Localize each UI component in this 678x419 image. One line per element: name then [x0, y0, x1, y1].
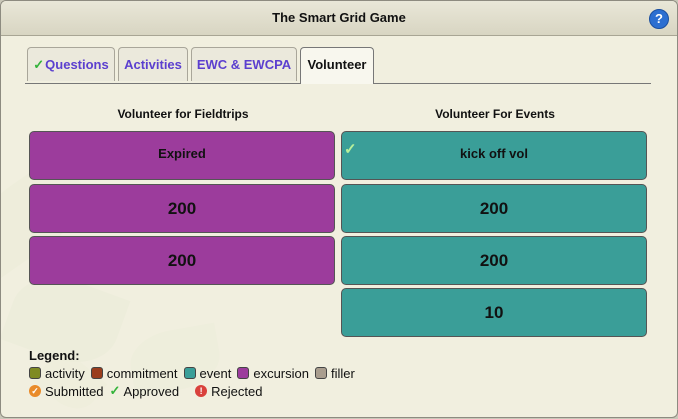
window-title: The Smart Grid Game	[272, 10, 406, 25]
excursion-swatch	[237, 367, 250, 379]
help-icon[interactable]: ?	[649, 9, 669, 29]
cell-points: 200	[167, 199, 197, 218]
activity-swatch	[29, 367, 41, 379]
completed-check-icon: ✓	[33, 57, 45, 72]
tab-volunteer[interactable]: Volunteer	[300, 47, 374, 84]
grid-cell-event[interactable]: 10	[341, 288, 647, 337]
grid-cell-event[interactable]: 200	[341, 236, 647, 285]
cell-points: 200	[479, 199, 509, 218]
legend-types-row: activity commitment event excursion fill…	[29, 364, 361, 382]
legend-item-approved: ✓ Approved	[110, 383, 180, 399]
legend-item-excursion: excursion	[237, 366, 309, 381]
legend-item-commitment: commitment	[90, 365, 178, 381]
rejected-icon: !	[195, 385, 208, 397]
legend-item-submitted: ✓ Submitted	[29, 384, 104, 399]
legend-label: Submitted	[45, 383, 104, 399]
tab-label: Volunteer	[307, 57, 367, 72]
grid-cell-event-kickoff[interactable]: ✓ kick off vol	[341, 131, 647, 180]
tab-bar: ✓Questions Activities EWC & EWCPA Volunt…	[25, 47, 651, 84]
approved-icon: ✓	[109, 383, 121, 398]
legend-title: Legend:	[29, 348, 80, 363]
tab-ewc-ewcpa[interactable]: EWC & EWCPA	[191, 47, 297, 81]
legend-label: filler	[330, 365, 355, 381]
cell-points: 200	[167, 251, 197, 270]
window-titlebar: The Smart Grid Game ?	[1, 1, 677, 36]
legend-item-activity: activity	[29, 366, 85, 381]
grid-cell-fieldtrip[interactable]: 200	[29, 184, 335, 233]
legend-item-filler: filler	[314, 365, 355, 381]
grid-cell-fieldtrip[interactable]: 200	[29, 236, 335, 285]
legend-label: activity	[45, 365, 85, 381]
approved-check-icon: ✓	[344, 141, 357, 158]
tab-questions[interactable]: ✓Questions	[27, 47, 115, 81]
event-swatch	[183, 367, 196, 379]
legend-label: commitment	[106, 365, 178, 381]
tab-label: Questions	[45, 57, 109, 72]
tab-label: Activities	[124, 57, 182, 72]
cell-points: 200	[479, 251, 509, 270]
game-window: The Smart Grid Game ? ✓Questions Activit…	[0, 0, 678, 418]
legend-label: event	[199, 365, 232, 381]
commitment-swatch	[90, 367, 103, 379]
submitted-icon: ✓	[29, 385, 41, 397]
legend-label: Approved	[123, 383, 180, 399]
cell-points: 10	[484, 303, 504, 322]
legend-status-row: ✓ Submitted ✓ Approved ! Rejected	[29, 382, 361, 400]
tab-label: EWC & EWCPA	[196, 57, 292, 72]
legend: Legend: activity commitment event excurs…	[29, 348, 361, 400]
cell-label: Expired	[158, 146, 206, 161]
tab-activities[interactable]: Activities	[118, 47, 188, 81]
legend-label: Rejected	[211, 383, 263, 399]
legend-item-event: event	[183, 365, 232, 381]
grid-cell-event[interactable]: 200	[341, 184, 647, 233]
filler-swatch	[314, 367, 327, 379]
cell-label: kick off vol	[460, 146, 528, 161]
legend-item-rejected: ! Rejected	[195, 384, 262, 399]
grid-cell-fieldtrip-expired[interactable]: Expired	[29, 131, 335, 180]
column-heading-fieldtrips: Volunteer for Fieldtrips	[117, 107, 249, 121]
column-heading-events: Volunteer For Events	[435, 107, 555, 121]
legend-label: excursion	[253, 365, 309, 381]
